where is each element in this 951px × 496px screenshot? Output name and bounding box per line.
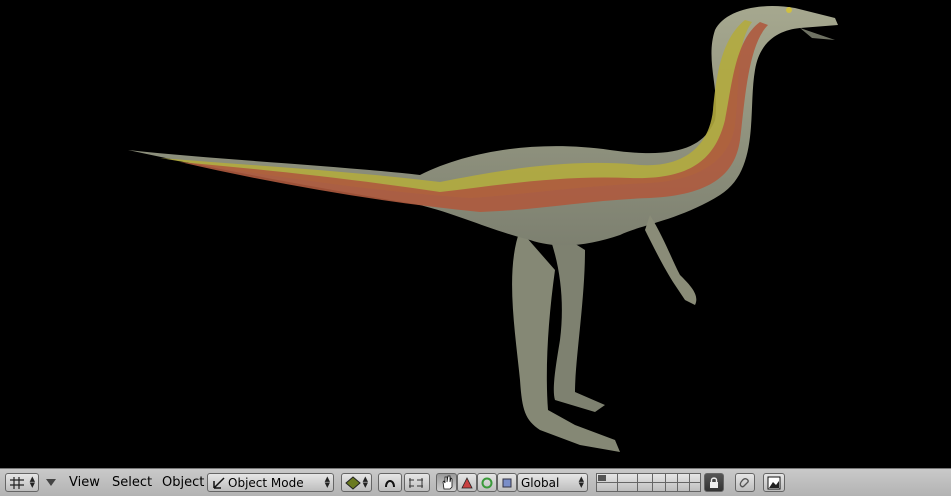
lock-icon [710, 477, 718, 488]
menu-view[interactable]: View [69, 475, 100, 490]
translate-button[interactable] [457, 473, 477, 492]
mode-label: Object Mode [228, 475, 304, 490]
orientation-selector[interactable]: Global ▲ ▼ [517, 473, 588, 492]
triangle-down-icon[interactable] [45, 478, 57, 488]
pivot-button[interactable] [378, 473, 402, 492]
rotate-icon [481, 477, 493, 488]
render-icon [767, 476, 781, 489]
menu-object[interactable]: Object [162, 475, 204, 490]
translate-icon [461, 476, 473, 488]
manipulator-toggle[interactable] [436, 473, 457, 492]
lock-layers-button[interactable] [704, 473, 724, 492]
editor-type-button[interactable]: ▲ ▼ [5, 473, 39, 492]
rotate-button[interactable] [477, 473, 497, 492]
hand-icon [442, 475, 453, 490]
link-icon [739, 477, 749, 487]
render-button[interactable] [763, 473, 785, 492]
orientation-label: Global [521, 475, 560, 490]
3d-viewport[interactable] [0, 0, 951, 468]
object-mode-icon [213, 476, 225, 489]
layer-buttons-right[interactable] [652, 473, 701, 492]
mode-selector[interactable]: Object Mode ▲ ▼ [207, 473, 334, 492]
snap-icon [409, 477, 423, 488]
link-button[interactable] [735, 473, 755, 492]
shading-selector[interactable]: ▲ ▼ [341, 473, 372, 492]
menu-select[interactable]: Select [112, 475, 152, 490]
viewport-header: ▲ ▼ View Select Object Object Mode ▲ ▼ ▲ ▼ [0, 468, 951, 496]
pivot-icon [385, 479, 395, 487]
snap-button[interactable] [404, 473, 430, 492]
scale-button[interactable] [497, 473, 517, 492]
scale-icon [502, 478, 512, 487]
solid-shading-icon [345, 475, 361, 490]
grid-icon [10, 476, 24, 489]
dinosaur-model [128, 6, 838, 452]
